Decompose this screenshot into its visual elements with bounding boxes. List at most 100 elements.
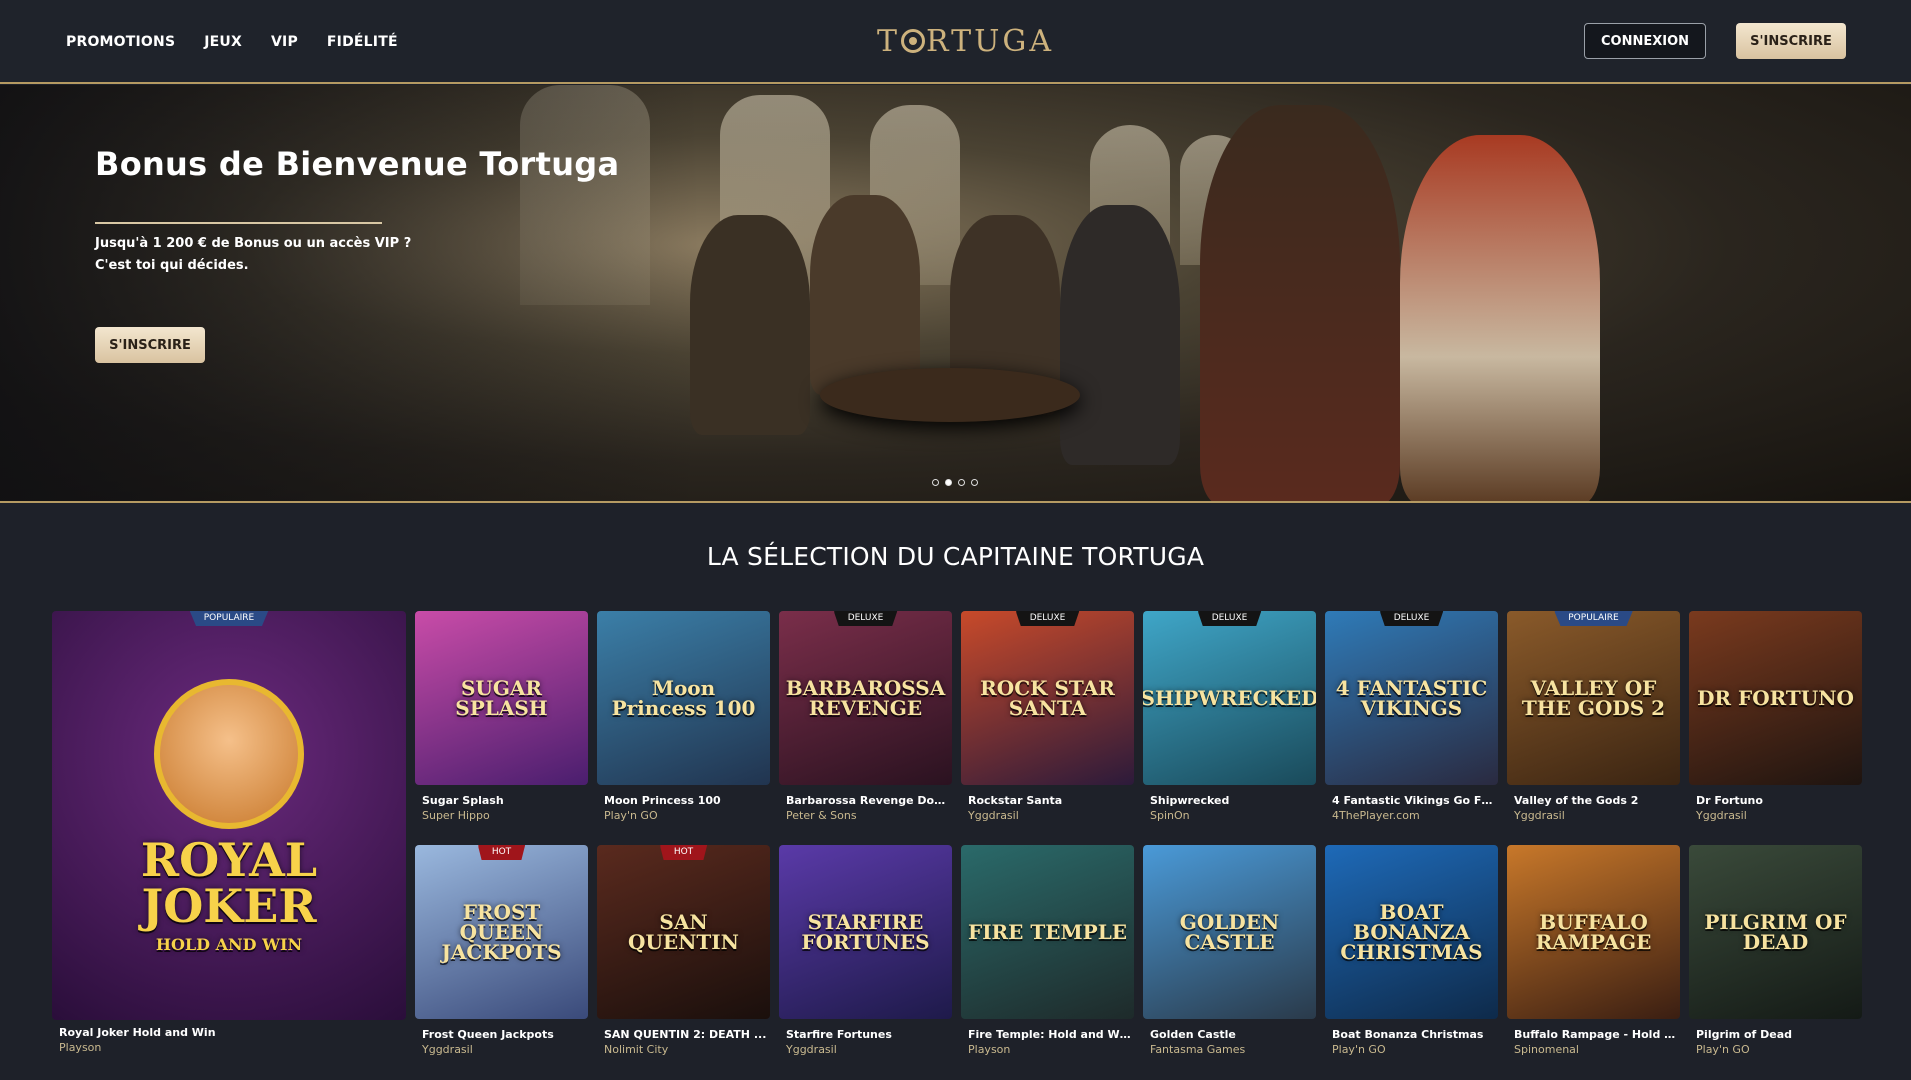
game-provider: Peter & Sons	[786, 809, 857, 822]
game-tile[interactable]: SUGAR SPLASH Sugar Splash Super Hippo	[415, 611, 588, 836]
carousel-dots	[932, 479, 978, 486]
game-tile[interactable]: GOLDEN CASTLE Golden Castle Fantasma Games	[1143, 845, 1316, 1070]
game-provider: Play'n GO	[604, 809, 658, 822]
game-tile[interactable]: DR FORTUNO Dr Fortuno Yggdrasil	[1689, 611, 1862, 836]
game-thumbnail[interactable]: PILGRIM OF DEAD	[1689, 845, 1862, 1019]
game-provider: 4ThePlayer.com	[1332, 809, 1420, 822]
ship-wheel-icon	[901, 29, 926, 53]
hero-signup-button[interactable]: S'INSCRIRE	[95, 327, 205, 363]
carousel-dot[interactable]	[932, 479, 939, 486]
carousel-dot[interactable]	[971, 479, 978, 486]
game-tile[interactable]: 4 FANTASTIC VIKINGS DELUXE 4 Fantastic Vik…	[1325, 611, 1498, 836]
game-tile[interactable]: ROCK STAR SANTA DELUXE Rockstar Santa Yggdr…	[961, 611, 1134, 836]
game-thumbnail[interactable]: FROST QUEEN JACKPOTS	[415, 845, 588, 1019]
game-name: Rockstar Santa	[968, 794, 1063, 807]
game-thumbnail[interactable]: STARFIRE FORTUNES	[779, 845, 952, 1019]
game-name: Royal Joker Hold and Win	[59, 1026, 216, 1039]
game-name: Boat Bonanza Christmas	[1332, 1028, 1484, 1041]
game-name: Barbarossa Revenge Doub...	[786, 794, 949, 807]
hero-pirate-woman	[1400, 135, 1600, 501]
game-tile[interactable]: VALLEY OF THE GODS 2 POPULAIRE Valley of t…	[1507, 611, 1680, 836]
game-provider: Playson	[59, 1041, 102, 1054]
game-thumbnail[interactable]: ROCK STAR SANTA	[961, 611, 1134, 785]
hero-figure	[1060, 205, 1180, 465]
game-provider: Play'n GO	[1696, 1043, 1750, 1056]
deluxe-badge: DELUXE	[1197, 611, 1262, 626]
game-thumbnail[interactable]: FIRE TEMPLE	[961, 845, 1134, 1019]
signup-button[interactable]: S'INSCRIRE	[1736, 23, 1846, 59]
game-name: Moon Princess 100	[604, 794, 721, 807]
deluxe-badge: DELUXE	[1015, 611, 1080, 626]
game-tile[interactable]: PILGRIM OF DEAD Pilgrim of Dead Play'n GO	[1689, 845, 1862, 1070]
deluxe-badge: DELUXE	[833, 611, 898, 626]
nav-vip[interactable]: VIP	[271, 34, 298, 50]
popular-badge: POPULAIRE	[189, 611, 269, 626]
site-header: PROMOTIONS JEUX VIP FIDÉLITÉ T RTUGA CONN…	[0, 0, 1911, 84]
game-thumbnail[interactable]: SHIPWRECKED	[1143, 611, 1316, 785]
game-thumbnail[interactable]: BARBAROSSA REVENGE	[779, 611, 952, 785]
deluxe-badge: DELUXE	[1379, 611, 1444, 626]
game-provider: Spinomenal	[1514, 1043, 1579, 1056]
nav-promotions[interactable]: PROMOTIONS	[66, 34, 175, 50]
game-name: Buffalo Rampage - Hold & ...	[1514, 1028, 1677, 1041]
game-provider: Yggdrasil	[968, 809, 1019, 822]
game-provider: Play'n GO	[1332, 1043, 1386, 1056]
game-provider: Yggdrasil	[786, 1043, 837, 1056]
populaire-badge: POPULAIRE	[1554, 611, 1633, 626]
game-provider: Yggdrasil	[1514, 809, 1565, 822]
game-thumbnail[interactable]: SAN QUENTIN	[597, 845, 770, 1019]
game-name: Starfire Fortunes	[786, 1028, 892, 1041]
game-name: Sugar Splash	[422, 794, 504, 807]
game-thumbnail[interactable]: DR FORTUNO	[1689, 611, 1862, 785]
hero-banner[interactable]: Bonus de Bienvenue Tortuga Jusqu'à 1 200…	[0, 85, 1911, 503]
game-provider: Playson	[968, 1043, 1011, 1056]
game-tile[interactable]: BUFFALO RAMPAGE Buffalo Rampage - Hold & …	[1507, 845, 1680, 1070]
game-tile[interactable]: FROST QUEEN JACKPOTS HOT Frost Queen Jackp…	[415, 845, 588, 1070]
game-name: Frost Queen Jackpots	[422, 1028, 554, 1041]
game-thumbnail[interactable]: VALLEY OF THE GODS 2	[1507, 611, 1680, 785]
game-name: Fire Temple: Hold and Win	[968, 1028, 1131, 1041]
game-tile[interactable]: STARFIRE FORTUNES Starfire Fortunes Yggdra…	[779, 845, 952, 1070]
carousel-dot[interactable]	[958, 479, 965, 486]
site-logo[interactable]: T RTUGA	[877, 24, 1054, 59]
login-button[interactable]: CONNEXION	[1584, 23, 1706, 59]
game-name: Valley of the Gods 2	[1514, 794, 1639, 807]
game-provider: SpinOn	[1150, 809, 1190, 822]
game-thumbnail[interactable]: 4 FANTASTIC VIKINGS	[1325, 611, 1498, 785]
game-provider: Yggdrasil	[1696, 809, 1747, 822]
game-tile[interactable]: Moon Princess 100 Moon Princess 100 Play'n…	[597, 611, 770, 836]
game-thumbnail[interactable]: BOAT BONANZA CHRISTMAS	[1325, 845, 1498, 1019]
joker-face-icon	[154, 678, 304, 829]
game-name: 4 Fantastic Vikings Go Fis...	[1332, 794, 1495, 807]
game-tile-featured[interactable]: ROYAL JOKER HOLD AND WIN POPULAIRE Royal…	[52, 611, 406, 1054]
game-name: Golden Castle	[1150, 1028, 1236, 1041]
section-title: LA SÉLECTION DU CAPITAINE TORTUGA	[706, 542, 1205, 571]
game-provider: Fantasma Games	[1150, 1043, 1246, 1056]
carousel-dot-active[interactable]	[945, 479, 952, 486]
nav-fidelite[interactable]: FIDÉLITÉ	[327, 34, 398, 50]
hot-badge: HOT	[659, 845, 708, 860]
game-provider: Nolimit City	[604, 1043, 669, 1056]
hero-title: Bonus de Bienvenue Tortuga	[95, 145, 620, 183]
hero-table	[820, 368, 1080, 422]
hero-divider	[95, 222, 382, 224]
hot-badge: HOT	[477, 845, 526, 860]
game-thumbnail[interactable]: Moon Princess 100	[597, 611, 770, 785]
game-thumbnail[interactable]: SUGAR SPLASH	[415, 611, 588, 785]
game-name: Dr Fortuno	[1696, 794, 1763, 807]
hero-figure	[810, 195, 920, 395]
game-name: SAN QUENTIN 2: DEATH ...	[604, 1028, 767, 1041]
game-tile[interactable]: FIRE TEMPLE Fire Temple: Hold and Win Play…	[961, 845, 1134, 1070]
game-name: Shipwrecked	[1150, 794, 1230, 807]
game-thumbnail[interactable]: BUFFALO RAMPAGE	[1507, 845, 1680, 1019]
hero-figure	[690, 215, 810, 435]
game-provider: Super Hippo	[422, 809, 490, 822]
game-thumbnail[interactable]: GOLDEN CASTLE	[1143, 845, 1316, 1019]
nav-jeux[interactable]: JEUX	[204, 34, 242, 50]
game-tile[interactable]: SAN QUENTIN HOT SAN QUENTIN 2: DEATH ... No…	[597, 845, 770, 1070]
hero-description: Jusqu'à 1 200 € de Bonus ou un accès VIP…	[95, 236, 412, 273]
game-thumbnail[interactable]: ROYAL JOKER HOLD AND WIN	[52, 611, 406, 1020]
game-tile[interactable]: BARBAROSSA REVENGE DELUXE Barbarossa Reven…	[779, 611, 952, 836]
game-tile[interactable]: SHIPWRECKED DELUXE Shipwrecked SpinOn	[1143, 611, 1316, 836]
game-tile[interactable]: BOAT BONANZA CHRISTMAS Boat Bonanza Chris…	[1325, 845, 1498, 1070]
